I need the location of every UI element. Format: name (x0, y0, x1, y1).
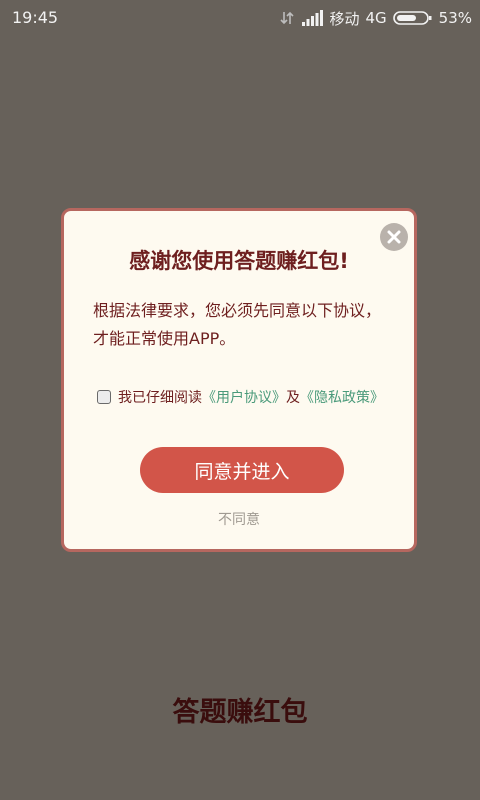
app-name: 答题赚红包 (172, 697, 308, 728)
network-label: 4G (365, 9, 387, 27)
dialog-title: 感谢您使用答题赚红包! (129, 249, 349, 273)
status-time: 19:45 (12, 8, 59, 27)
agree-prefix: 我已仔细阅读 (118, 390, 202, 406)
battery-icon (392, 11, 432, 25)
agree-join: 及 (286, 390, 300, 406)
privacy-policy-link[interactable]: 《隐私政策》 (300, 387, 384, 407)
status-right: 移动 4G 53% (279, 6, 472, 30)
agree-checkbox[interactable] (97, 390, 111, 404)
disagree-link[interactable]: 不同意 (64, 509, 414, 529)
data-arrows-icon (280, 11, 295, 25)
agreement-dialog: 感谢您使用答题赚红包! 根据法律要求，您必须先同意以下协议，才能正常使用APP。… (61, 208, 417, 552)
user-agreement-link[interactable]: 《用户协议》 (202, 387, 286, 407)
agree-enter-button[interactable]: 同意并进入 (140, 447, 344, 493)
signal-icon (302, 10, 324, 26)
status-bar: 19:45 移动 4G 53% (0, 0, 480, 36)
dialog-body: 根据法律要求，您必须先同意以下协议，才能正常使用APP。 (93, 301, 382, 348)
agreement-row: 我已仔细阅读 《用户协议》 及 《隐私政策》 (97, 387, 384, 407)
carrier-label: 移动 (329, 9, 360, 28)
battery-percent: 53% (438, 9, 472, 27)
